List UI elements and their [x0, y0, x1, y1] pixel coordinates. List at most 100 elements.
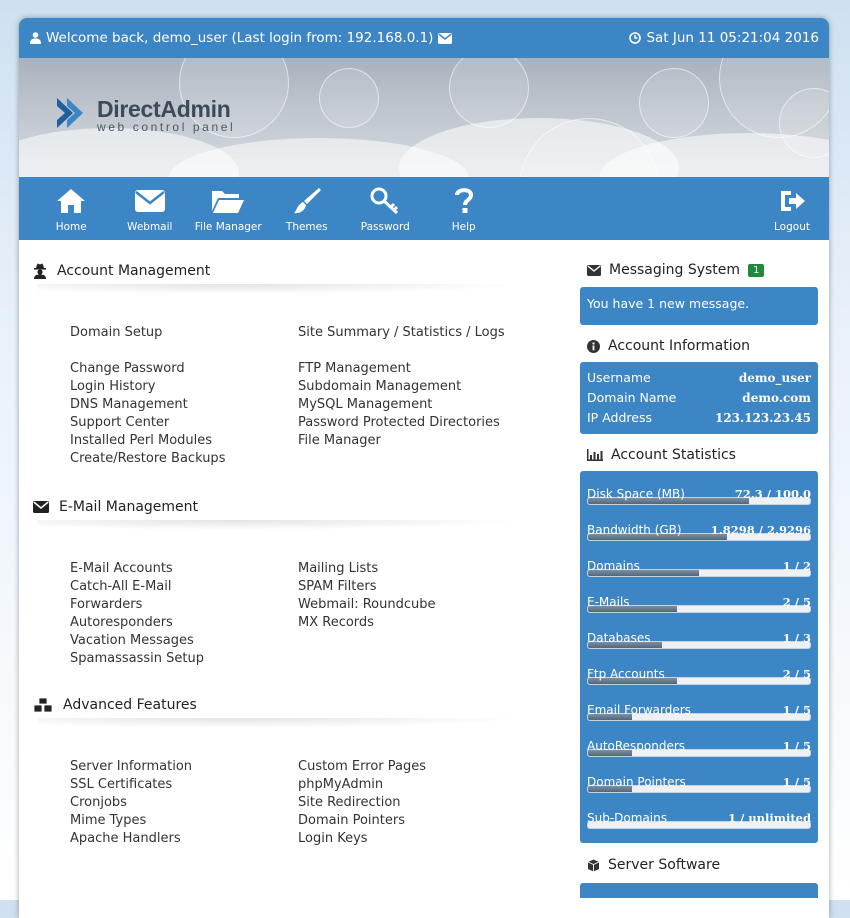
link-column-left: E-Mail Accounts Catch-All E-Mail Forward…: [70, 560, 298, 668]
info-row-username: Username demo_user: [587, 368, 811, 388]
nav-file-manager[interactable]: File Manager: [189, 177, 268, 233]
directadmin-logo[interactable]: DirectAdmin web control panel: [53, 94, 235, 136]
user-secret-icon: [33, 263, 47, 279]
link-change-password[interactable]: Change Password: [70, 360, 298, 378]
stat-label: Databases: [587, 631, 651, 645]
user-icon: [30, 32, 41, 44]
sidebar-title: Messaging System: [609, 262, 741, 278]
sidebar-title: Account Statistics: [611, 447, 736, 463]
email-management-heading: E-Mail Management: [33, 498, 559, 516]
stat-value: 2 / 5: [782, 667, 811, 681]
link-column-left: Domain Setup Change Password Login Histo…: [70, 324, 298, 468]
nav-label: Password: [360, 221, 410, 233]
link-server-information[interactable]: Server Information: [70, 758, 298, 776]
nav-home[interactable]: Home: [32, 177, 111, 233]
content-area: Account Management Domain Setup Change P…: [19, 240, 559, 898]
stat-item: Sub-Domains 1 / unlimited: [587, 803, 811, 839]
home-icon: [57, 189, 86, 213]
logo-name: DirectAdmin: [97, 95, 231, 122]
nav-password[interactable]: Password: [346, 177, 425, 233]
stat-label: Domain Pointers: [587, 775, 686, 789]
section-divider: [37, 284, 527, 294]
nav-help[interactable]: Help: [425, 177, 504, 233]
nav-webmail[interactable]: Webmail: [111, 177, 190, 233]
nav-themes[interactable]: Themes: [268, 177, 347, 233]
info-label: IP Address: [587, 410, 652, 425]
link-subdomain-management[interactable]: Subdomain Management: [298, 378, 526, 396]
account-statistics-heading: Account Statistics: [580, 443, 818, 467]
server-software-box: [580, 883, 818, 898]
link-spam-filters[interactable]: SPAM Filters: [298, 578, 526, 596]
link-site-redirection[interactable]: Site Redirection: [298, 794, 526, 812]
logo-chevron-icon: [53, 94, 91, 136]
link-ssl-certificates[interactable]: SSL Certificates: [70, 776, 298, 794]
stat-value: 1 / 5: [782, 775, 811, 789]
sidebar-title: Server Software: [608, 857, 721, 873]
info-value: demo.com: [742, 391, 811, 405]
message-count-badge[interactable]: 1: [748, 263, 765, 277]
link-site-summary[interactable]: Site Summary / Statistics / Logs: [298, 324, 526, 342]
stat-item: Databases 1 / 3: [587, 623, 811, 659]
stat-label: Sub-Domains: [587, 811, 667, 825]
server-software-heading: Server Software: [580, 853, 818, 877]
link-vacation-messages[interactable]: Vacation Messages: [70, 632, 298, 650]
stat-item: E-Mails 2 / 5: [587, 587, 811, 623]
link-mysql-management[interactable]: MySQL Management: [298, 396, 526, 414]
stat-value: 1.8298 / 2.9296: [710, 523, 811, 537]
link-file-manager[interactable]: File Manager: [298, 432, 526, 450]
link-custom-error-pages[interactable]: Custom Error Pages: [298, 758, 526, 776]
stat-item: AutoResponders 1 / 5: [587, 731, 811, 767]
link-mime-types[interactable]: Mime Types: [70, 812, 298, 830]
cube-icon: [587, 859, 600, 872]
stat-label: Bandwidth (GB): [587, 523, 682, 537]
link-forwarders[interactable]: Forwarders: [70, 596, 298, 614]
link-protected-directories[interactable]: Password Protected Directories: [298, 414, 526, 432]
link-spamassassin[interactable]: Spamassassin Setup: [70, 650, 298, 668]
info-row-ip: IP Address 123.123.23.45: [587, 408, 811, 428]
section-divider: [37, 520, 527, 530]
account-management-heading: Account Management: [33, 262, 559, 280]
account-info-box: Username demo_user Domain Name demo.com …: [580, 362, 818, 434]
link-perl-modules[interactable]: Installed Perl Modules: [70, 432, 298, 450]
link-mailing-lists[interactable]: Mailing Lists: [298, 560, 526, 578]
stat-label: Domains: [587, 559, 640, 573]
stat-value: 1 / unlimited: [728, 811, 811, 825]
key-icon: [370, 187, 399, 215]
nav-label: Themes: [285, 221, 328, 233]
stat-value: 1 / 5: [782, 739, 811, 753]
info-value: demo_user: [738, 371, 811, 385]
stat-label: AutoResponders: [587, 739, 686, 753]
link-autoresponders[interactable]: Autoresponders: [70, 614, 298, 632]
stat-item: Domain Pointers 1 / 5: [587, 767, 811, 803]
link-catch-all[interactable]: Catch-All E-Mail: [70, 578, 298, 596]
link-phpmyadmin[interactable]: phpMyAdmin: [298, 776, 526, 794]
link-login-keys[interactable]: Login Keys: [298, 830, 526, 848]
nav-label: Logout: [774, 221, 810, 233]
link-dns-management[interactable]: DNS Management: [70, 396, 298, 414]
link-support-center[interactable]: Support Center: [70, 414, 298, 432]
link-ftp-management[interactable]: FTP Management: [298, 360, 526, 378]
envelope-icon[interactable]: [438, 32, 453, 44]
clock-icon: [629, 32, 642, 44]
link-mx-records[interactable]: MX Records: [298, 614, 526, 632]
sidebar-title: Account Information: [608, 338, 751, 354]
link-email-accounts[interactable]: E-Mail Accounts: [70, 560, 298, 578]
link-apache-handlers[interactable]: Apache Handlers: [70, 830, 298, 848]
link-domain-pointers[interactable]: Domain Pointers: [298, 812, 526, 830]
link-login-history[interactable]: Login History: [70, 378, 298, 396]
info-circle-icon: [587, 339, 600, 353]
link-backups[interactable]: Create/Restore Backups: [70, 450, 298, 468]
link-domain-setup[interactable]: Domain Setup: [70, 324, 298, 342]
message-box[interactable]: You have 1 new message.: [580, 287, 818, 325]
link-cronjobs[interactable]: Cronjobs: [70, 794, 298, 812]
panel-window: Welcome back, demo_user (Last login from…: [19, 18, 829, 918]
link-roundcube[interactable]: Webmail: Roundcube: [298, 596, 526, 614]
datetime-text: Sat Jun 11 05:21:04 2016: [646, 30, 819, 46]
nav-logout[interactable]: Logout: [767, 177, 817, 233]
new-message-text: You have 1 new message.: [587, 296, 750, 311]
stat-item: Ftp Accounts 2 / 5: [587, 659, 811, 695]
nav-label: Home: [55, 221, 87, 233]
main-nav: Home Webmail File Manager Themes Passwor…: [19, 177, 829, 240]
link-column-right: Mailing Lists SPAM Filters Webmail: Roun…: [298, 560, 526, 668]
info-label: Domain Name: [587, 390, 677, 405]
